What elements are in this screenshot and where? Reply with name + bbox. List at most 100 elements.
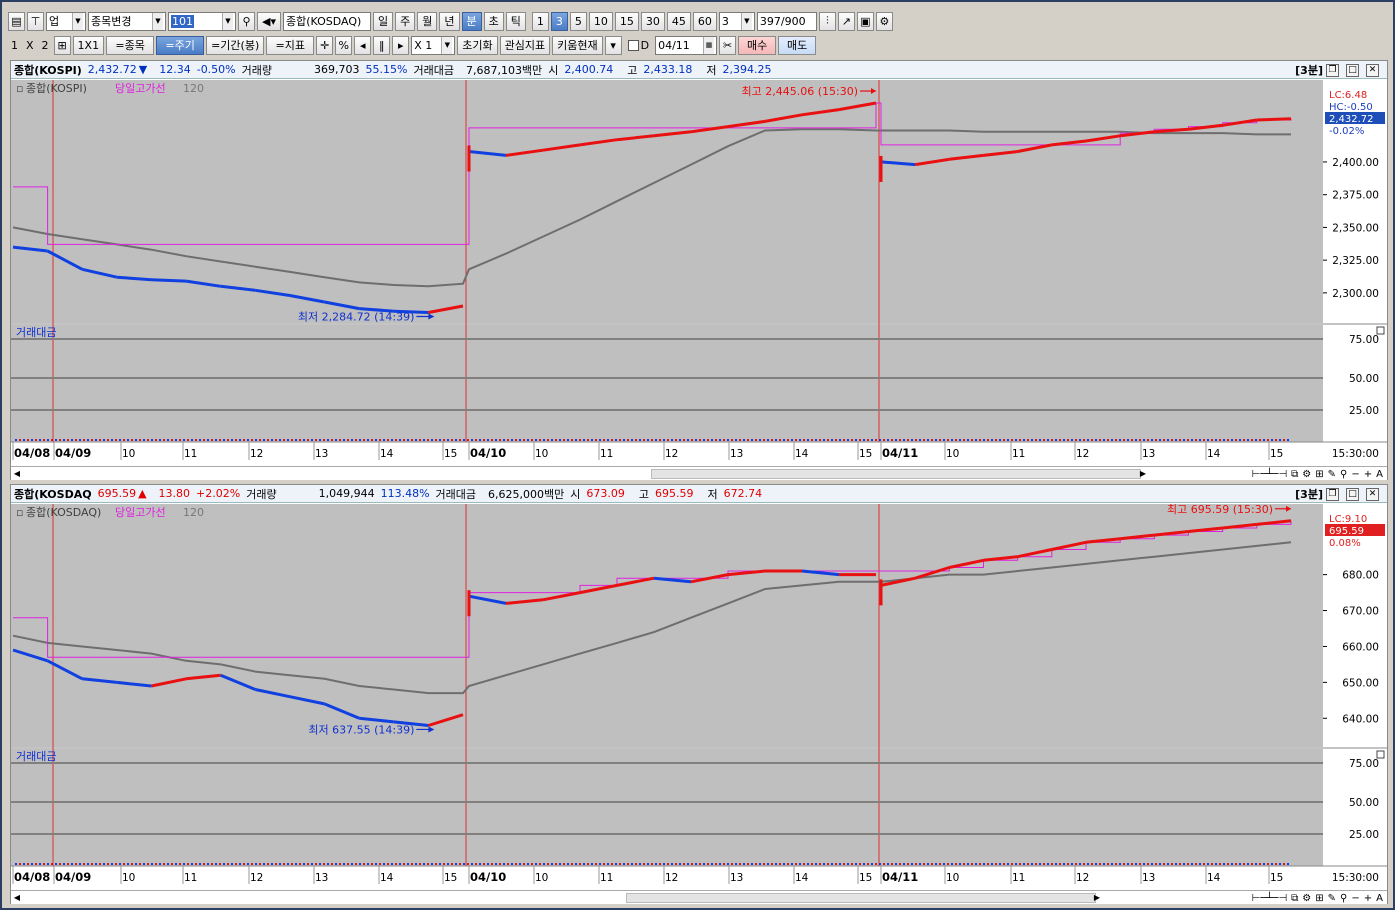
legend-ma[interactable]: 120 bbox=[183, 82, 204, 95]
period-link-button[interactable]: =주기 bbox=[156, 35, 205, 55]
period-week-button[interactable]: 주 bbox=[395, 11, 416, 31]
category-select[interactable]: 업 ▼ bbox=[46, 11, 86, 31]
item-change-select[interactable]: 종목변경 ▼ bbox=[88, 11, 166, 31]
search-icon[interactable]: ⚲ bbox=[1340, 469, 1347, 480]
layout-1x1-button[interactable]: 1X1 bbox=[72, 35, 105, 55]
zoom-in-icon[interactable]: + bbox=[1364, 893, 1372, 904]
copy-icon[interactable]: ⧉ bbox=[1291, 469, 1298, 480]
close-icon[interactable]: ✕ bbox=[1366, 63, 1379, 77]
range-link-button[interactable]: =기간(봉) bbox=[206, 35, 265, 55]
save-icon[interactable]: ▣ bbox=[856, 11, 874, 31]
scroll-thumb[interactable] bbox=[626, 893, 1096, 903]
minute-1-button[interactable]: 1 bbox=[531, 11, 549, 31]
x-axis-label: 04/10 bbox=[470, 446, 506, 460]
sub-indicator-label[interactable]: 거래대금 bbox=[16, 750, 56, 763]
period-second-button[interactable]: 초 bbox=[483, 11, 504, 31]
kiwoom-button[interactable]: 키움현재 bbox=[552, 35, 603, 55]
x-axis-label: 04/09 bbox=[55, 870, 91, 884]
close-icon[interactable]: ✕ bbox=[1366, 487, 1379, 501]
legend-index[interactable]: 종합(KOSPI) bbox=[26, 82, 87, 95]
draw-icon[interactable]: ✎ bbox=[1328, 893, 1336, 904]
maximize-icon[interactable]: □ bbox=[1346, 487, 1359, 501]
line-tool-icon[interactable]: ↗ bbox=[837, 11, 855, 31]
zoom-out-icon[interactable]: − bbox=[1351, 469, 1359, 480]
watch-indicator-button[interactable]: 관심지표 bbox=[499, 35, 551, 55]
gear-icon[interactable]: ⚙ bbox=[1302, 893, 1311, 904]
scroll-thumb[interactable] bbox=[651, 469, 1141, 479]
percent-button[interactable]: % bbox=[335, 35, 353, 55]
pause-icon[interactable]: ‖ bbox=[373, 35, 391, 55]
pin-top-icon[interactable]: ⊤ bbox=[27, 11, 44, 31]
sub-indicator-label[interactable]: 거래대금 bbox=[16, 326, 56, 339]
x-axis-label: 13 bbox=[315, 448, 328, 460]
speaker-icon[interactable]: ◀▾ bbox=[257, 11, 281, 31]
grid-icon[interactable]: ⊞ bbox=[1315, 893, 1323, 904]
minute-60-button[interactable]: 60 bbox=[692, 11, 717, 31]
chart-scrollbar[interactable]: ◀ ▶ ⊢─┴─⊣ ⧉ ⚙ ⊞ ✎ ⚲ − + A bbox=[11, 890, 1387, 904]
crosshair-icon[interactable]: ✛ bbox=[316, 35, 334, 55]
minute-15-button[interactable]: 15 bbox=[614, 11, 639, 31]
indicator-link-button[interactable]: =지표 bbox=[266, 35, 315, 55]
count-field[interactable]: 397/900 bbox=[756, 11, 817, 31]
scroll-right-icon[interactable]: ▶ bbox=[1091, 892, 1103, 904]
gear-icon[interactable]: ⚙ bbox=[1302, 469, 1311, 480]
menu-icon[interactable]: ▤ bbox=[8, 11, 25, 31]
search-icon[interactable]: ⚲ bbox=[1340, 893, 1347, 904]
period-minute-button[interactable]: 분 bbox=[461, 11, 482, 31]
font-icon[interactable]: A bbox=[1376, 469, 1383, 480]
interval-select[interactable]: 3 ▼ bbox=[718, 11, 755, 31]
chart-area[interactable]: 75.00 50.00 25.00 680.00 670.00 660.00 650.00 6… bbox=[11, 503, 1387, 891]
maximize-icon[interactable]: □ bbox=[1346, 63, 1359, 77]
zoom-slider-icon[interactable]: ⊢─┴─⊣ bbox=[1252, 893, 1287, 904]
d-checkbox[interactable]: D bbox=[624, 36, 653, 55]
draw-icon[interactable]: ✎ bbox=[1328, 469, 1336, 480]
font-icon[interactable]: A bbox=[1376, 893, 1383, 904]
grid-icon[interactable]: ⊞ bbox=[1315, 469, 1323, 480]
next-icon[interactable]: ▸ bbox=[392, 35, 410, 55]
gear-icon[interactable]: ⚙ bbox=[875, 11, 893, 31]
minute-10-button[interactable]: 10 bbox=[588, 11, 613, 31]
zoom-out-icon[interactable]: − bbox=[1351, 893, 1359, 904]
prev-icon[interactable]: ◂ bbox=[354, 35, 372, 55]
code-input[interactable]: 101 ▼ bbox=[168, 11, 236, 31]
search-icon[interactable]: ⚲ bbox=[238, 11, 255, 31]
reset-button[interactable]: 초기화 bbox=[457, 35, 498, 55]
sell-button[interactable]: 매도 bbox=[778, 35, 817, 55]
index-name-field[interactable]: 종합(KOSDAQ) bbox=[283, 11, 371, 31]
scissors-icon[interactable]: ✂ bbox=[719, 35, 737, 55]
chart-scrollbar[interactable]: ◀ ▶ ⊢─┴─⊣ ⧉ ⚙ ⊞ ✎ ⚲ − + A bbox=[11, 466, 1387, 480]
chart-area[interactable]: 75.00 50.00 25.00 2,400.00 2,375.00 2,350.00 2… bbox=[11, 80, 1387, 467]
index-name[interactable]: 종합(KOSPI) bbox=[14, 62, 82, 78]
legend-day-high[interactable]: 당일고가선 bbox=[115, 505, 166, 519]
layout-2-button[interactable]: 2 bbox=[39, 36, 52, 55]
legend-index[interactable]: 종합(KOSDAQ) bbox=[26, 506, 101, 519]
layout-1-button[interactable]: 1 bbox=[8, 36, 21, 55]
zoom-in-icon[interactable]: + bbox=[1364, 469, 1372, 480]
period-day-button[interactable]: 일 bbox=[373, 11, 394, 31]
scroll-left-icon[interactable]: ◀ bbox=[11, 468, 23, 480]
stock-link-button[interactable]: =종목 bbox=[106, 35, 155, 55]
legend-ma[interactable]: 120 bbox=[183, 506, 204, 519]
zoom-select[interactable]: X 1 ▼ bbox=[411, 35, 456, 55]
restore-icon[interactable]: ❐ bbox=[1326, 487, 1339, 501]
copy-icon[interactable]: ⧉ bbox=[1291, 893, 1298, 904]
buy-button[interactable]: 매수 bbox=[738, 35, 777, 55]
scroll-right-icon[interactable]: ▶ bbox=[1137, 468, 1149, 480]
minute-45-button[interactable]: 45 bbox=[666, 11, 691, 31]
candle-icon[interactable]: ⫶ bbox=[818, 11, 836, 31]
restore-icon[interactable]: ❐ bbox=[1326, 63, 1339, 77]
period-year-button[interactable]: 년 bbox=[439, 11, 460, 31]
zoom-slider-icon[interactable]: ⊢─┴─⊣ bbox=[1252, 469, 1287, 480]
minute-5-button[interactable]: 5 bbox=[569, 11, 587, 31]
quote-bar: 종합(KOSPI) 2,432.72 ▼ 12.34 -0.50% 거래량 36… bbox=[11, 61, 1387, 79]
period-month-button[interactable]: 월 bbox=[417, 11, 438, 31]
grid-icon[interactable]: ⊞ bbox=[53, 35, 71, 55]
date-field[interactable]: 04/11 ▦ bbox=[655, 35, 718, 55]
minute-3-button[interactable]: 3 bbox=[550, 11, 568, 31]
period-tick-button[interactable]: 틱 bbox=[505, 11, 526, 31]
chevron-down-icon[interactable]: ▾ bbox=[604, 35, 622, 55]
index-name[interactable]: 종합(KOSDAQ bbox=[14, 486, 92, 502]
scroll-left-icon[interactable]: ◀ bbox=[11, 892, 23, 904]
minute-30-button[interactable]: 30 bbox=[640, 11, 665, 31]
legend-day-high[interactable]: 당일고가선 bbox=[115, 81, 166, 95]
